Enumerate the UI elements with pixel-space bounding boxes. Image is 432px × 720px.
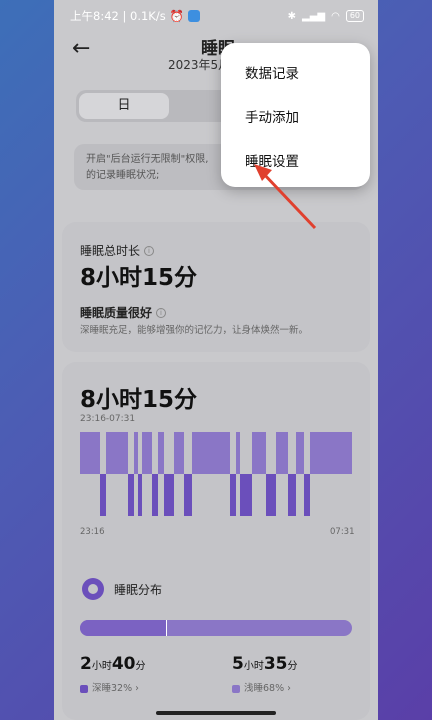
home-indicator[interactable]	[156, 711, 276, 715]
annotation-arrow	[254, 164, 317, 230]
phone-screen: 上午8:42 | 0.1K/s ⏰ ✱ ▂▄▆ ◠ 60 ← 睡眠 2023年5…	[54, 0, 378, 720]
arrow-shaft	[260, 170, 317, 230]
